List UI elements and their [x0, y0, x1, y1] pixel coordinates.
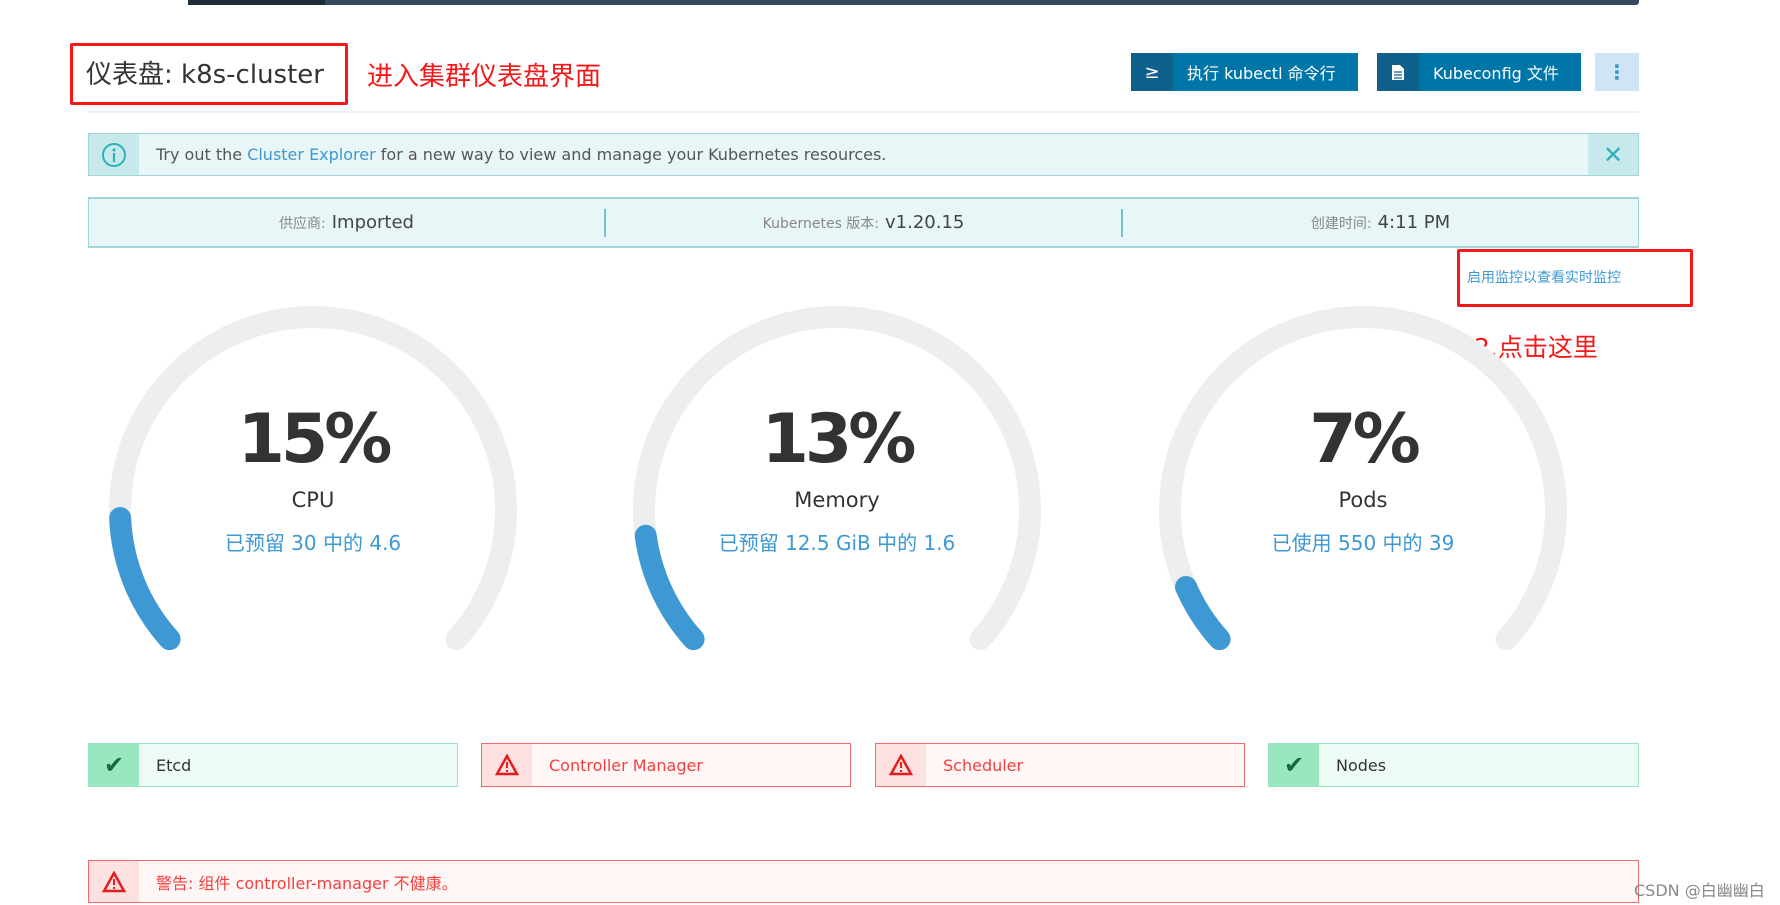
- more-actions-button[interactable]: ⋮: [1595, 53, 1639, 91]
- provider-info: 供应商: Imported: [279, 212, 414, 233]
- check-icon: ✔: [89, 744, 139, 786]
- gauge-detail: 已使用 550 中的 39: [1271, 531, 1455, 555]
- info-icon: [89, 134, 139, 175]
- page-title: 仪表盘: k8s-cluster: [86, 60, 324, 90]
- close-banner-button[interactable]: ✕: [1588, 134, 1638, 175]
- memory-gauge: 13% Memory 已预留 12.5 GiB 中的 1.6: [622, 300, 1052, 680]
- component-status-scheduler: Scheduler: [875, 743, 1245, 787]
- kebab-menu-icon: ⋮: [1607, 60, 1627, 84]
- annotation-text: 进入集群仪表盘界面: [367, 62, 602, 92]
- cpu-gauge: 15% CPU 已预留 30 中的 4.6: [98, 300, 528, 680]
- gauge-label: CPU: [291, 488, 335, 512]
- cluster-explorer-link[interactable]: Cluster Explorer: [247, 145, 376, 164]
- terminal-icon: ≥: [1131, 53, 1173, 91]
- component-status-etcd: ✔ Etcd: [88, 743, 458, 787]
- divider: [88, 111, 1639, 113]
- component-status-controller-manager: Controller Manager: [481, 743, 851, 787]
- info-banner: Try out the Cluster Explorer for a new w…: [88, 133, 1639, 176]
- top-nav-bar: [188, 0, 1639, 5]
- gauge-percent: 13%: [761, 400, 917, 479]
- kubectl-shell-button[interactable]: ≥ 执行 kubectl 命令行: [1131, 53, 1358, 91]
- pods-gauge: 7% Pods 已使用 550 中的 39: [1148, 300, 1578, 680]
- gauge-percent: 7%: [1309, 400, 1420, 479]
- kubeconfig-button[interactable]: Kubeconfig 文件: [1377, 53, 1581, 91]
- file-icon: [1377, 53, 1419, 91]
- cluster-info-bar: 供应商: Imported Kubernetes 版本: v1.20.15 创建时间…: [88, 197, 1639, 248]
- gauge-label: Pods: [1338, 488, 1388, 512]
- check-icon: ✔: [1269, 744, 1319, 786]
- enable-monitoring-link[interactable]: 启用监控以查看实时监控: [1467, 267, 1621, 287]
- gauge-detail: 已预留 30 中的 4.6: [224, 531, 402, 555]
- warning-icon: [482, 744, 532, 786]
- watermark: CSDN @白幽幽白: [1634, 881, 1765, 900]
- warning-alert: 警告: 组件 controller-manager 不健康。: [88, 860, 1639, 903]
- gauge-label: Memory: [794, 488, 880, 512]
- gauge-detail: 已预留 12.5 GiB 中的 1.6: [718, 531, 956, 555]
- kubernetes-version-info: Kubernetes 版本: v1.20.15: [762, 212, 965, 233]
- gauge-percent: 15%: [237, 400, 393, 479]
- gauge-fill: [1175, 576, 1231, 651]
- close-icon: ✕: [1602, 140, 1624, 169]
- warning-icon: [89, 861, 139, 902]
- created-time-info: 创建时间: 4:11 PM: [1310, 212, 1451, 233]
- warning-icon: [876, 744, 926, 786]
- component-status-nodes: ✔ Nodes: [1268, 743, 1639, 787]
